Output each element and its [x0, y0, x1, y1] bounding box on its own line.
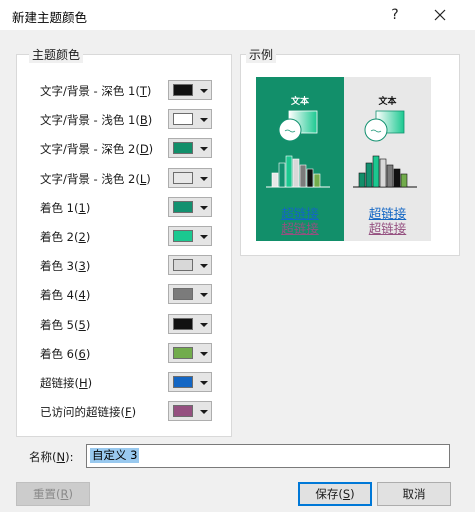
save-button[interactable]: 保存(S) [298, 482, 372, 506]
color-picker-button[interactable] [168, 372, 212, 392]
color-swatch [173, 230, 193, 242]
color-swatch [173, 113, 193, 126]
color-picker-button[interactable] [168, 284, 212, 305]
color-picker-button[interactable] [168, 226, 212, 246]
dropdown-arrow-icon [200, 410, 208, 415]
theme-colors-group-label: 主题颜色 [29, 46, 84, 63]
sample-preview: 文本 超链接 超链接 文本 超链接 超链接 [256, 77, 431, 241]
name-input[interactable]: 自定义 3 [86, 444, 450, 468]
dialog-title: 新建主题颜色 [12, 10, 88, 25]
dropdown-arrow-icon [200, 147, 208, 152]
dropdown-arrow-icon [200, 293, 208, 298]
theme-color-label: 着色 3(3) [40, 259, 91, 274]
theme-color-label: 文字/背景 - 深色 1(T) [40, 84, 152, 98]
sample-light-shapes [353, 110, 417, 188]
color-picker-button[interactable] [168, 313, 212, 334]
help-icon: ? [391, 7, 399, 23]
close-icon [434, 9, 446, 21]
new-theme-colors-dialog: 新建主题颜色 ? 主题颜色 文字/背景 - 深色 1(T) 文字/背景 - 浅色 … [0, 0, 475, 512]
sample-dark-panel: 文本 超链接 超链接 [256, 77, 344, 241]
color-swatch [173, 376, 193, 388]
color-picker-button[interactable] [168, 196, 212, 217]
theme-color-label: 着色 2(2) [40, 230, 91, 244]
sample-dark-visited-hyperlink: 超链接 [281, 221, 319, 236]
theme-color-label: 着色 1(1) [40, 200, 91, 215]
sample-dark-shapes [266, 110, 330, 188]
color-picker-button[interactable] [168, 167, 212, 188]
dropdown-arrow-icon [200, 118, 208, 123]
sample-group-label: 示例 [246, 46, 277, 63]
color-picker-button[interactable] [168, 401, 212, 422]
color-picker-button[interactable] [168, 255, 212, 276]
color-swatch [173, 346, 193, 359]
cancel-button[interactable]: 取消 [377, 482, 451, 506]
theme-color-label: 着色 5(5) [40, 317, 91, 332]
theme-color-label: 文字/背景 - 浅色 2(L) [40, 171, 151, 186]
theme-color-label: 文字/背景 - 深色 2(D) [40, 142, 154, 157]
color-swatch [173, 84, 193, 96]
color-picker-button[interactable] [168, 138, 212, 159]
theme-color-label: 着色 4(4) [40, 288, 91, 303]
color-swatch [173, 288, 193, 301]
color-swatch [173, 200, 193, 213]
theme-color-label: 已访问的超链接(F) [40, 405, 137, 420]
color-picker-button[interactable] [168, 80, 212, 100]
cancel-button-label: 取消 [402, 487, 426, 501]
dropdown-arrow-icon [200, 176, 208, 181]
color-swatch [173, 405, 193, 418]
close-button[interactable] [420, 0, 460, 30]
title-bar: 新建主题颜色 ? [0, 0, 475, 30]
help-button[interactable]: ? [375, 0, 415, 30]
reset-button-label: 重置(R) [33, 487, 73, 501]
dropdown-arrow-icon [200, 351, 208, 356]
dropdown-arrow-icon [200, 322, 208, 327]
reset-button[interactable]: 重置(R) [16, 482, 90, 506]
dropdown-arrow-icon [200, 89, 208, 93]
dropdown-arrow-icon [200, 205, 208, 210]
theme-color-label: 文字/背景 - 浅色 1(B) [40, 113, 153, 128]
theme-color-label: 超链接(H) [40, 376, 93, 390]
dropdown-arrow-icon [200, 381, 208, 385]
color-swatch [173, 171, 193, 184]
color-swatch [173, 317, 193, 330]
sample-light-panel: 文本 超链接 超链接 [344, 77, 431, 241]
color-picker-button[interactable] [168, 109, 212, 130]
color-swatch [173, 259, 193, 272]
name-input-value: 自定义 3 [90, 448, 140, 463]
color-swatch [173, 142, 193, 155]
sample-light-visited-hyperlink: 超链接 [368, 221, 407, 236]
name-field-label: 名称(N): [29, 450, 74, 464]
dropdown-arrow-icon [200, 235, 208, 239]
theme-color-label: 着色 6(6) [40, 346, 91, 361]
dropdown-arrow-icon [200, 264, 208, 269]
save-button-label: 保存(S) [315, 487, 355, 501]
color-picker-button[interactable] [168, 342, 212, 363]
